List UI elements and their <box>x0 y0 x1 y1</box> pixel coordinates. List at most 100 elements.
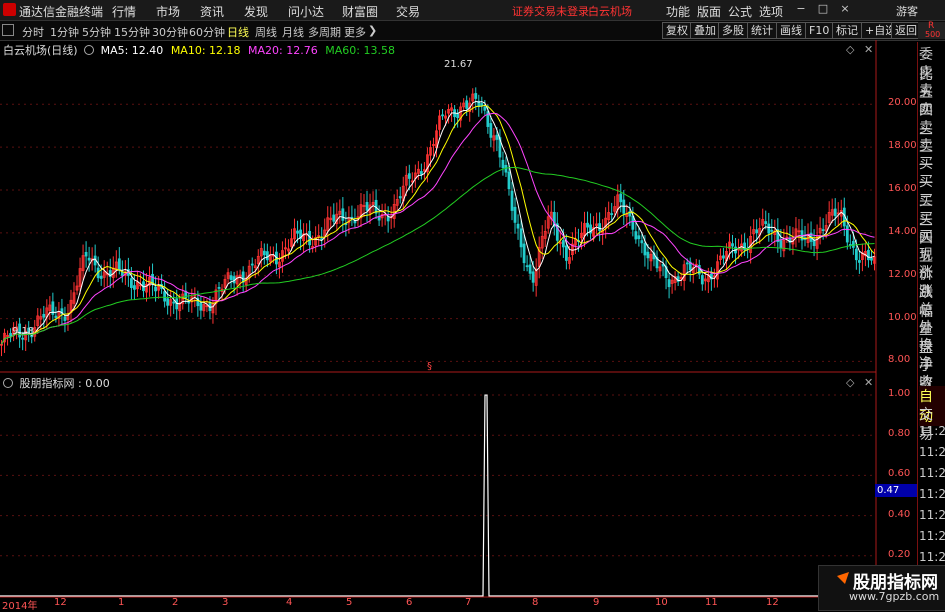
more-arrow-icon[interactable]: ❯ <box>368 24 377 37</box>
candle-body <box>99 275 103 279</box>
candle-body <box>199 302 203 311</box>
legend-toggle-icon[interactable] <box>84 45 95 55</box>
period-tick[interactable]: 分时 <box>22 24 44 40</box>
adjust-button[interactable]: 复权 <box>662 22 692 39</box>
chart-axes <box>0 40 877 609</box>
tick-time: 11:29 <box>919 445 945 459</box>
minimize-icon[interactable]: − <box>795 2 807 16</box>
watermark-logo-icon <box>827 572 849 592</box>
settings-diamond-icon[interactable]: ◇ <box>846 43 854 56</box>
indicator-tick-label: 0.60 <box>888 468 911 480</box>
menu-ask[interactable]: 问小达 <box>288 3 324 20</box>
candle-body <box>265 251 269 261</box>
title-bar: 通达信金融终端 行情 市场 资讯 发现 问小达 财富圈 交易 证券交易未登录 白… <box>0 0 945 21</box>
watermark-url: www.7gpzb.com <box>849 590 940 603</box>
candle-body <box>531 271 535 283</box>
price-tick-label: 8.00 <box>888 354 911 366</box>
overlay-button[interactable]: 叠加 <box>690 22 720 39</box>
candle-body <box>480 103 484 107</box>
price-tick-label: 20.00 <box>888 97 917 109</box>
indicator-series <box>0 394 876 597</box>
candle-body <box>685 262 689 265</box>
maximize-icon[interactable]: □ <box>817 2 829 16</box>
period-daily[interactable]: 日线 <box>227 24 249 40</box>
quote-side-panel: 委比卖五卖四卖三卖二卖一买一买二买三买四买五现价涨跌涨幅总量外盘换手净资收益自动… <box>917 42 945 609</box>
watermark: 股朋指标网 www.7gpzb.com <box>818 565 945 611</box>
draw-button[interactable]: 画线 <box>776 22 806 39</box>
indicator-value: : 0.00 <box>78 377 110 390</box>
indicator-name: 股朋指标网 <box>19 377 75 390</box>
candle-body <box>767 223 771 234</box>
menu-wealth[interactable]: 财富圈 <box>342 3 378 20</box>
close-icon[interactable]: × <box>839 2 851 16</box>
stats-button[interactable]: 统计 <box>747 22 777 39</box>
period-more[interactable]: 更多 <box>344 24 366 40</box>
candle-body <box>619 193 623 203</box>
menu-function[interactable]: 功能 <box>666 3 690 20</box>
menu-options[interactable]: 选项 <box>759 3 783 20</box>
period-weekly[interactable]: 周线 <box>255 24 277 40</box>
candle-body <box>489 123 493 138</box>
candle-body <box>163 291 167 302</box>
period-5min[interactable]: 5分钟 <box>82 24 111 40</box>
guest-user[interactable]: 游客 <box>896 3 918 19</box>
price-tick-label: 16.00 <box>888 183 917 194</box>
period-60min[interactable]: 60分钟 <box>189 24 225 40</box>
candle-body <box>821 229 825 232</box>
candle-body <box>637 235 641 240</box>
candle-body <box>217 287 221 289</box>
back-button[interactable]: 返回 <box>891 22 921 39</box>
stock-period-title: 白云机场(日线) <box>3 44 78 57</box>
candle-body <box>21 337 25 340</box>
menu-formula[interactable]: 公式 <box>728 3 752 20</box>
date-tick-label: 2 <box>172 597 179 608</box>
candle-body <box>522 243 526 264</box>
candle-body <box>755 229 759 234</box>
mark-button[interactable]: 标记 <box>832 22 862 39</box>
period-15min[interactable]: 15分钟 <box>114 24 150 40</box>
menu-discover[interactable]: 发现 <box>244 3 268 20</box>
tick-time: 11:29 <box>919 529 945 543</box>
candle-body <box>465 100 469 109</box>
candle-body <box>129 278 133 289</box>
candle-body <box>398 196 402 199</box>
candle-body <box>250 263 254 266</box>
candle-body <box>525 265 529 268</box>
period-1min[interactable]: 1分钟 <box>50 24 79 40</box>
menu-market[interactable]: 市场 <box>156 3 180 20</box>
candle-body <box>833 208 837 217</box>
candle-body <box>172 301 176 304</box>
candle-body <box>586 222 589 228</box>
settings-diamond-icon[interactable]: ◇ <box>846 376 854 389</box>
close-panel-icon[interactable]: ✕ <box>864 43 873 56</box>
period-monthly[interactable]: 月线 <box>282 24 304 40</box>
date-tick-label: 8 <box>532 597 539 608</box>
menu-news[interactable]: 资讯 <box>200 3 224 20</box>
tick-time: 11:29 <box>919 508 945 522</box>
candle-body <box>87 257 91 261</box>
current-stock-name: 白云机场 <box>588 5 632 18</box>
f10-button[interactable]: F10 <box>805 22 834 39</box>
candle-body <box>561 240 565 248</box>
date-tick-label: 10 <box>655 597 668 608</box>
candle-body <box>845 225 849 243</box>
event-marker-icon[interactable]: § <box>427 361 432 372</box>
login-status[interactable]: 证券交易未登录 <box>512 3 589 19</box>
candle-body <box>528 264 532 274</box>
period-30min[interactable]: 30分钟 <box>152 24 188 40</box>
menu-layout[interactable]: 版面 <box>697 3 721 20</box>
tick-time: 11:29 <box>919 487 945 501</box>
multistock-button[interactable]: 多股 <box>718 22 748 39</box>
close-panel-icon[interactable]: ✕ <box>864 376 873 389</box>
menu-quotes[interactable]: 行情 <box>112 3 136 20</box>
period-multi[interactable]: 多周期 <box>308 24 341 40</box>
date-tick-label: 1 <box>118 597 125 608</box>
menu-trade[interactable]: 交易 <box>396 3 420 20</box>
kline-chart[interactable] <box>0 40 917 609</box>
indicator-toggle-icon[interactable] <box>3 378 13 388</box>
grid-toggle-icon[interactable] <box>2 24 14 36</box>
candle-body <box>474 93 478 99</box>
candle-body <box>507 171 511 190</box>
candle-body <box>63 316 67 321</box>
candle-body <box>854 248 858 261</box>
